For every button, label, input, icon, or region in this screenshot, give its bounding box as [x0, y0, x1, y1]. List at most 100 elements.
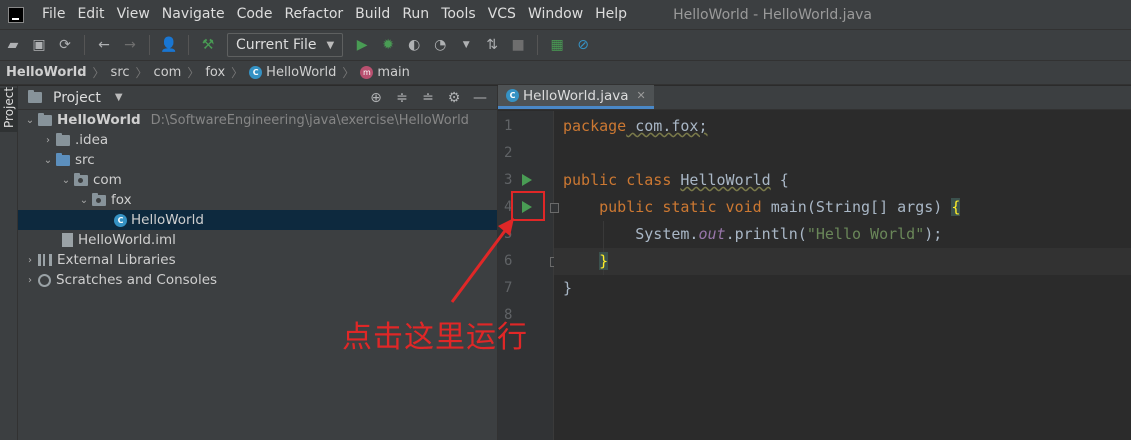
back-arrow-icon[interactable]: ← — [96, 37, 112, 53]
tree-item-src[interactable]: ⌄ src — [18, 150, 497, 170]
run-class-gutter-icon[interactable] — [522, 174, 532, 186]
open-folder-icon[interactable]: ▰ — [5, 37, 21, 53]
menu-view[interactable]: View — [111, 0, 156, 29]
tree-item-label: Scratches and Consoles — [56, 272, 218, 288]
chevron-right-icon[interactable]: › — [40, 135, 56, 146]
breadcrumb-separator: 〉 — [135, 66, 148, 80]
tree-item-scratches[interactable]: › Scratches and Consoles — [18, 270, 497, 290]
hide-panel-icon[interactable]: — — [472, 90, 488, 106]
chevron-down-icon[interactable]: ⌄ — [58, 175, 74, 186]
folder-icon — [56, 132, 70, 146]
editor-tab-helloworld-java[interactable]: C HelloWorld.java ✕ — [498, 85, 654, 109]
annotation-arrow — [450, 218, 514, 303]
tree-item-label: HelloWorld — [57, 112, 141, 128]
method-icon: m — [360, 66, 374, 79]
close-icon[interactable]: ✕ — [636, 89, 645, 102]
debug-bug-icon[interactable]: ✹ — [380, 37, 396, 53]
project-view-icon — [28, 90, 42, 103]
breadcrumb-class-label: HelloWorld — [266, 65, 337, 80]
breadcrumb: HelloWorld 〉 src 〉 com 〉 fox 〉 C HelloWo… — [0, 60, 1131, 85]
project-panel: Project ▼ ⊕ ≑ ≐ ⚙ — ⌄ HelloWorld D:\Soft… — [18, 86, 498, 440]
project-panel-header: Project ▼ ⊕ ≑ ≐ ⚙ — — [18, 86, 497, 110]
build-hammer-icon[interactable]: ⚒ — [200, 37, 216, 53]
breadcrumb-com[interactable]: com — [154, 65, 182, 80]
breadcrumb-class[interactable]: C HelloWorld — [249, 65, 336, 80]
tree-item-root[interactable]: ⌄ HelloWorld D:\SoftwareEngineering\java… — [18, 110, 497, 130]
collapse-all-icon[interactable]: ≐ — [420, 90, 436, 106]
chevron-down-icon[interactable]: ⌄ — [22, 115, 38, 126]
menu-edit[interactable]: Edit — [71, 0, 110, 29]
project-path: D:\SoftwareEngineering\java\exercise\Hel… — [150, 112, 469, 128]
user-dropdown-icon[interactable]: 👤 — [160, 37, 177, 53]
chevron-right-icon[interactable]: › — [22, 275, 38, 286]
chevron-right-icon[interactable]: › — [22, 255, 38, 266]
run-configuration-label: Current File — [236, 37, 317, 53]
line-number: 1 — [504, 118, 513, 134]
sync-icon[interactable]: ⟳ — [57, 37, 73, 53]
tree-item-label: External Libraries — [57, 252, 176, 268]
gear-icon[interactable]: ⚙ — [446, 90, 462, 106]
code-line-5: System.out.println("Hello World"); — [635, 225, 943, 243]
class-icon: C — [249, 66, 263, 79]
module-file-icon — [62, 233, 73, 247]
save-icon[interactable]: ▣ — [31, 37, 47, 53]
profile-icon[interactable]: ◔ — [432, 37, 448, 53]
chevron-down-icon[interactable]: ▼ — [115, 92, 123, 103]
project-panel-title[interactable]: Project — [53, 90, 101, 106]
scratches-icon — [38, 273, 51, 287]
breadcrumb-separator: 〉 — [342, 66, 355, 80]
chevron-down-icon[interactable]: ⌄ — [40, 155, 56, 166]
tree-item-com[interactable]: ⌄ com — [18, 170, 497, 190]
code-line-7: } — [563, 279, 573, 297]
tree-item-helloworld-class[interactable]: C HelloWorld — [18, 210, 497, 230]
menu-help[interactable]: Help — [589, 0, 633, 29]
project-tool-tab[interactable]: Project — [0, 86, 18, 132]
menu-run[interactable]: Run — [396, 0, 435, 29]
code-line-4: public static void main(String[] args) { — [599, 198, 961, 216]
menu-tools[interactable]: Tools — [435, 0, 482, 29]
menu-navigate[interactable]: Navigate — [156, 0, 231, 29]
tree-item-label: com — [93, 172, 122, 188]
toolbar-separator — [84, 35, 85, 55]
breadcrumb-separator: 〉 — [231, 66, 244, 80]
menu-file[interactable]: File — [36, 0, 71, 29]
tree-item-idea[interactable]: › .idea — [18, 130, 497, 150]
annotation-text: 点击这里运行 — [342, 320, 528, 355]
breadcrumb-project[interactable]: HelloWorld — [6, 65, 87, 80]
power-save-icon[interactable]: ⊘ — [575, 37, 591, 53]
breadcrumb-method[interactable]: m main — [360, 65, 410, 80]
code-editor: C HelloWorld.java ✕ 1 2 3 4 5 6 7 8 pack… — [498, 85, 1131, 440]
project-tool-tab-label: Project — [2, 86, 16, 128]
breadcrumb-separator: 〉 — [92, 66, 105, 80]
code-area[interactable]: package com.fox; public class HelloWorld… — [554, 111, 1131, 440]
tree-item-fox[interactable]: ⌄ fox — [18, 190, 497, 210]
code-line-6: } — [599, 252, 609, 270]
tree-item-label: .idea — [75, 132, 109, 148]
editor-tab-label: HelloWorld.java — [523, 87, 629, 104]
stop-icon[interactable]: ■ — [510, 37, 526, 53]
current-line-highlight — [554, 248, 1131, 275]
menu-build[interactable]: Build — [349, 0, 396, 29]
coverage-icon[interactable]: ◐ — [406, 37, 422, 53]
source-folder-icon — [56, 152, 70, 166]
run-icon[interactable]: ▶ — [354, 37, 370, 53]
monitor-icon[interactable]: ▦ — [549, 37, 565, 53]
menu-vcs[interactable]: VCS — [482, 0, 522, 29]
left-tool-stripe: Project — [0, 86, 18, 440]
libraries-icon — [38, 254, 52, 266]
locate-icon[interactable]: ⊕ — [368, 90, 384, 106]
menu-code[interactable]: Code — [231, 0, 279, 29]
forward-arrow-icon[interactable]: → — [122, 37, 138, 53]
more-run-chevron-icon[interactable]: ▼ — [458, 37, 474, 53]
chevron-down-icon[interactable]: ⌄ — [76, 195, 92, 206]
run-with-tests-icon[interactable]: ⇅ — [484, 37, 500, 53]
expand-all-icon[interactable]: ≑ — [394, 90, 410, 106]
breadcrumb-fox[interactable]: fox — [205, 65, 225, 80]
package-icon — [74, 172, 88, 186]
tree-item-external-libraries[interactable]: › External Libraries — [18, 250, 497, 270]
menu-refactor[interactable]: Refactor — [278, 0, 349, 29]
run-configuration-select[interactable]: Current File ▼ — [227, 33, 344, 57]
tree-item-iml[interactable]: HelloWorld.iml — [18, 230, 497, 250]
menu-window[interactable]: Window — [522, 0, 589, 29]
breadcrumb-src[interactable]: src — [111, 65, 130, 80]
